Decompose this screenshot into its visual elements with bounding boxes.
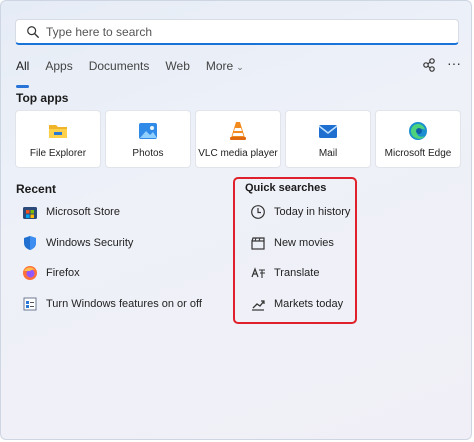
- features-icon: [23, 297, 37, 311]
- list-item-label: Microsoft Store: [46, 206, 120, 219]
- tab-all-label: All: [16, 59, 30, 73]
- clapperboard-icon: [251, 237, 265, 250]
- tab-web[interactable]: Web: [165, 59, 189, 81]
- app-label: Mail: [318, 148, 338, 159]
- list-item-label: Today in history: [274, 206, 351, 219]
- search-icon: [27, 25, 39, 38]
- top-apps-title: Top apps: [16, 91, 69, 105]
- recent-item-microsoft-store[interactable]: Microsoft Store: [22, 197, 202, 228]
- list-item-label: Markets today: [274, 298, 344, 311]
- tab-web-label: Web: [165, 59, 190, 73]
- app-microsoft-edge[interactable]: Microsoft Edge: [375, 110, 461, 168]
- translate-icon: [251, 267, 265, 279]
- search-box[interactable]: [15, 19, 459, 45]
- recent-item-firefox[interactable]: Firefox: [22, 258, 202, 289]
- tab-documents[interactable]: Documents: [89, 59, 150, 81]
- firefox-icon: [23, 266, 37, 281]
- list-item-label: New movies: [274, 236, 334, 249]
- app-label: Photos: [132, 148, 164, 159]
- list-item-label: Translate: [274, 267, 320, 280]
- top-apps-list: File Explorer Photos VLC media player Ma…: [15, 110, 465, 168]
- recent-item-windows-features[interactable]: Turn Windows features on or off: [22, 289, 202, 320]
- app-vlc[interactable]: VLC media player: [195, 110, 281, 168]
- chevron-down-icon: ⌄: [236, 62, 244, 72]
- shield-icon: [24, 235, 36, 250]
- tab-more[interactable]: More ⌄: [206, 59, 244, 81]
- recent-item-windows-security[interactable]: Windows Security: [22, 228, 202, 259]
- tab-apps[interactable]: Apps: [45, 59, 72, 81]
- tab-more-label: More: [205, 59, 234, 73]
- tab-all[interactable]: All: [16, 59, 30, 88]
- quick-search-new-movies[interactable]: New movies: [250, 228, 350, 259]
- recent-title: Recent: [16, 182, 57, 196]
- filter-tabs: All Apps Documents Web More ⌄: [16, 59, 260, 88]
- vlc-cone-icon: [230, 122, 246, 140]
- quick-search-translate[interactable]: Translate: [250, 258, 350, 289]
- app-label: File Explorer: [29, 148, 87, 159]
- app-photos[interactable]: Photos: [105, 110, 191, 168]
- store-icon: [23, 207, 37, 220]
- list-item-label: Turn Windows features on or off: [46, 298, 202, 311]
- edge-icon: [409, 122, 427, 140]
- tab-apps-label: Apps: [45, 59, 73, 73]
- quick-search-markets-today[interactable]: Markets today: [250, 289, 350, 320]
- quick-search-today-in-history[interactable]: Today in history: [250, 197, 350, 228]
- search-input[interactable]: [46, 24, 426, 39]
- photos-icon: [139, 123, 157, 139]
- app-label: VLC media player: [198, 148, 278, 159]
- tab-documents-label: Documents: [88, 59, 150, 73]
- list-item-label: Firefox: [46, 267, 80, 280]
- quick-searches-list: Today in history New movies Translate Ma…: [250, 197, 350, 319]
- chart-icon: [252, 300, 265, 311]
- clock-icon: [251, 205, 265, 220]
- folder-icon: [49, 125, 67, 138]
- app-file-explorer[interactable]: File Explorer: [15, 110, 101, 168]
- share-icon[interactable]: [421, 57, 437, 73]
- app-label: Microsoft Edge: [384, 148, 452, 159]
- search-panel: All Apps Documents Web More⌄ ··· Top app…: [0, 0, 472, 440]
- quick-searches-title: Quick searches: [245, 182, 327, 194]
- list-item-label: Windows Security: [46, 236, 134, 249]
- mail-icon: [318, 125, 338, 138]
- app-mail[interactable]: Mail: [285, 110, 371, 168]
- more-options-icon[interactable]: ···: [447, 56, 461, 70]
- recent-list: Microsoft Store Windows Security Firefox: [22, 197, 202, 319]
